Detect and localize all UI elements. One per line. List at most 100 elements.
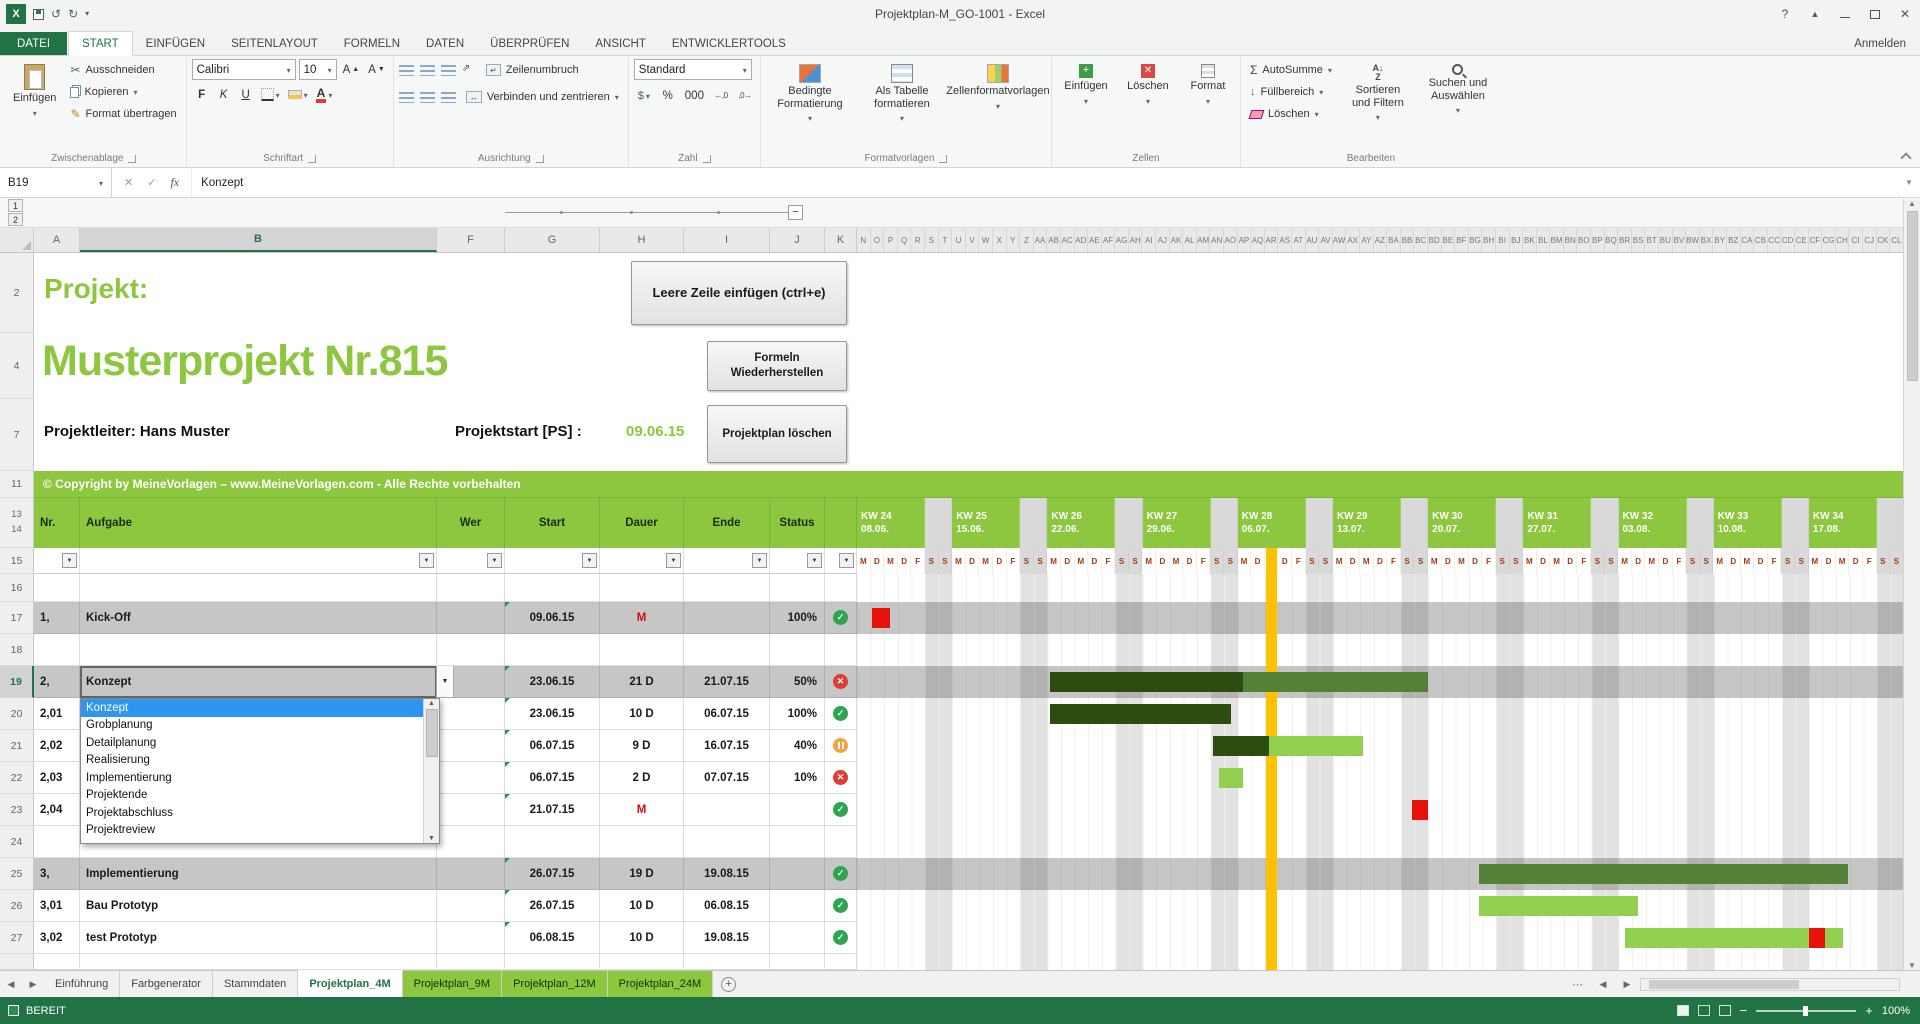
format-painter-button[interactable]: Format übertragen xyxy=(66,103,180,125)
zoom-in-icon[interactable]: + xyxy=(1865,1004,1873,1017)
cell-status-pct[interactable]: 40% xyxy=(770,730,825,762)
column-header[interactable]: Z xyxy=(1020,228,1034,252)
cell-status-pct[interactable] xyxy=(770,634,825,666)
cell-status-pct[interactable] xyxy=(770,858,825,890)
column-header[interactable]: BU xyxy=(1659,228,1673,252)
vertical-scrollbar[interactable]: ▲ ▼ xyxy=(1903,199,1920,970)
column-header[interactable]: BZ xyxy=(1727,228,1741,252)
cell-nr[interactable]: 3,01 xyxy=(34,890,80,922)
cell-ende[interactable]: 21.07.15 xyxy=(684,666,770,698)
undo-icon[interactable]: ↺ xyxy=(51,8,61,20)
cell-wer[interactable] xyxy=(437,890,505,922)
cell-status-pct[interactable] xyxy=(770,954,825,970)
column-header[interactable]: BH xyxy=(1482,228,1496,252)
table-column-header[interactable]: Status xyxy=(770,498,825,548)
gantt-row[interactable] xyxy=(857,634,1920,666)
percent-button[interactable]: % xyxy=(658,85,678,106)
shrink-font-button[interactable]: A▼ xyxy=(365,59,388,80)
column-header[interactable]: A xyxy=(34,228,80,252)
font-size-combo[interactable]: 10 xyxy=(299,59,337,80)
filter-button[interactable] xyxy=(752,553,767,568)
cell-wer[interactable] xyxy=(437,762,505,794)
align-right-icon[interactable] xyxy=(441,92,456,103)
cell-wer[interactable] xyxy=(437,922,505,954)
cell-status-icon[interactable] xyxy=(825,698,857,730)
scroll-down-icon[interactable]: ▼ xyxy=(428,835,435,842)
dropdown-item[interactable]: Projektende xyxy=(81,787,423,805)
cell-dauer[interactable]: 2 D xyxy=(600,762,684,794)
cell-dauer[interactable]: 10 D xyxy=(600,890,684,922)
sheet-tab-stammdaten[interactable]: Stammdaten xyxy=(213,971,298,997)
sheet-tab-einführung[interactable]: Einführung xyxy=(44,971,120,997)
column-header[interactable]: R xyxy=(911,228,925,252)
cell-status-icon[interactable] xyxy=(825,922,857,954)
tab-daten[interactable]: DATEN xyxy=(413,32,477,55)
cell-nr[interactable]: 2,04 xyxy=(34,794,80,826)
column-header[interactable]: AT xyxy=(1292,228,1306,252)
sort-filter-button[interactable]: Sortieren und Filtern xyxy=(1340,59,1416,129)
orientation-icon[interactable] xyxy=(462,64,476,76)
column-header[interactable]: BV xyxy=(1673,228,1687,252)
dropdown-item[interactable]: Detailplanung xyxy=(81,734,423,752)
column-header[interactable]: AA xyxy=(1034,228,1048,252)
cut-button[interactable]: Ausschneiden xyxy=(66,59,180,81)
row-number[interactable]: 20 xyxy=(0,698,34,730)
column-header[interactable]: BO xyxy=(1577,228,1591,252)
column-header[interactable]: CD xyxy=(1781,228,1795,252)
dropdown-item[interactable]: Projektreview xyxy=(81,822,423,840)
row-number[interactable]: 23 xyxy=(0,794,34,826)
qat-dropdown-icon[interactable]: ▾ xyxy=(85,10,89,18)
format-cells-button[interactable]: Format xyxy=(1181,59,1235,112)
column-header[interactable]: CG xyxy=(1822,228,1836,252)
cell-task[interactable]: Kick-Off xyxy=(80,602,437,634)
insert-function-icon[interactable]: fx xyxy=(170,175,179,190)
filter-button[interactable] xyxy=(62,553,77,568)
vscroll-thumb[interactable] xyxy=(1907,211,1918,381)
gantt-row[interactable] xyxy=(857,922,1920,954)
cell-ende[interactable] xyxy=(684,794,770,826)
column-header[interactable]: BE xyxy=(1442,228,1456,252)
filter-button[interactable] xyxy=(582,553,597,568)
sheet-tab-projektplan_24m[interactable]: Projektplan_24M xyxy=(608,971,714,997)
cell-status-pct[interactable] xyxy=(770,890,825,922)
dialog-launcher-icon[interactable] xyxy=(536,155,544,163)
dropdown-item[interactable]: Implementierung xyxy=(81,769,423,787)
gantt-row[interactable] xyxy=(857,666,1920,698)
cell-dauer[interactable] xyxy=(600,634,684,666)
cell-task[interactable]: test Prototyp xyxy=(80,922,437,954)
cell-dauer[interactable] xyxy=(600,826,684,858)
cell-status-pct[interactable] xyxy=(770,922,825,954)
cell-wer[interactable] xyxy=(437,574,505,602)
filter-button[interactable] xyxy=(666,553,681,568)
column-header[interactable]: AZ xyxy=(1374,228,1388,252)
column-header[interactable]: B xyxy=(80,228,437,252)
column-header[interactable]: K xyxy=(825,228,857,252)
normal-view-icon[interactable] xyxy=(1677,1005,1689,1016)
cell-ende[interactable] xyxy=(684,634,770,666)
autosum-button[interactable]: AutoSumme xyxy=(1246,59,1336,81)
clear-button[interactable]: Löschen xyxy=(1246,103,1336,125)
column-header[interactable]: BQ xyxy=(1605,228,1619,252)
scroll-left-icon[interactable]: ◀ xyxy=(1592,979,1614,990)
insert-cells-button[interactable]: Einfügen xyxy=(1057,59,1115,112)
filter-button[interactable] xyxy=(839,553,854,568)
gantt-row[interactable] xyxy=(857,574,1920,602)
dropdown-item[interactable]: Konzept xyxy=(81,699,423,717)
scroll-up-icon[interactable]: ▲ xyxy=(428,700,435,707)
column-header[interactable]: BA xyxy=(1387,228,1401,252)
cell-task[interactable]: Bau Prototyp xyxy=(80,890,437,922)
zoom-slider[interactable] xyxy=(1756,1010,1856,1012)
gantt-row[interactable] xyxy=(857,602,1920,634)
row-number[interactable] xyxy=(0,954,34,970)
column-header[interactable]: H xyxy=(600,228,684,252)
column-header[interactable]: BC xyxy=(1414,228,1428,252)
row-number[interactable]: 11 xyxy=(0,471,34,498)
cell-wer[interactable] xyxy=(437,954,505,970)
table-column-header[interactable] xyxy=(825,498,857,548)
column-header[interactable]: AM xyxy=(1197,228,1211,252)
cell-nr[interactable]: 2, xyxy=(34,666,80,698)
sheet-tab-farbgenerator[interactable]: Farbgenerator xyxy=(120,971,213,997)
table-column-header[interactable]: Nr. xyxy=(34,498,80,548)
row-number[interactable]: 21 xyxy=(0,730,34,762)
zoom-out-icon[interactable]: − xyxy=(1740,1004,1748,1017)
